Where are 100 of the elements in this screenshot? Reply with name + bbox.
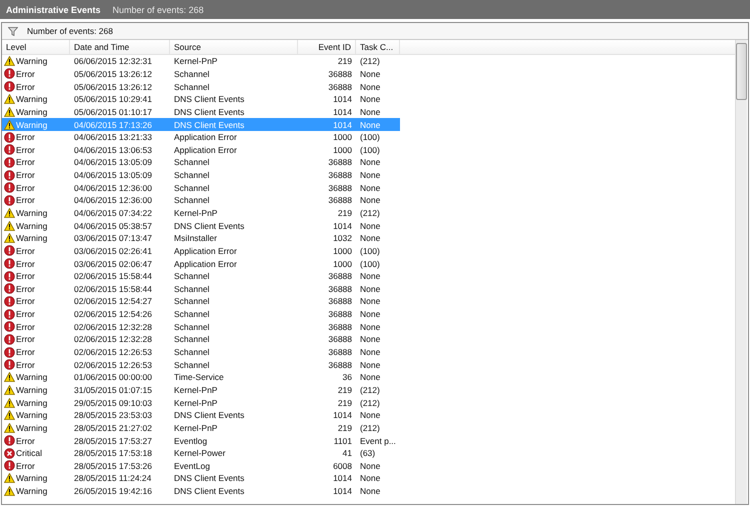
event-row[interactable]: Warning 06/06/2015 12:32:31 Kernel-PnP 219 (212)	[2, 55, 400, 68]
event-row[interactable]: Error 05/06/2015 13:26:12 Schannel 36888 None	[2, 80, 400, 93]
level-text: Warning	[16, 106, 48, 117]
event-row[interactable]: Warning 28/05/2015 23:53:03 DNS Client Events 1014 None	[2, 408, 400, 422]
source-cell-text: Schannel	[173, 157, 210, 168]
source-cell-text: DNS Client Events	[173, 486, 246, 496]
level-text: Error	[16, 360, 35, 370]
level-text: Warning	[16, 422, 48, 433]
event-row[interactable]: Error 04/06/2015 13:05:09 Schannel 36888 None	[2, 168, 400, 182]
task-cell-text: None	[359, 309, 382, 320]
event-row[interactable]: Warning 29/05/2015 09:10:03 Kernel-PnP 219 (212)	[2, 396, 400, 409]
event-id-cell-text: 36888	[327, 170, 353, 180]
column-header[interactable]: Level	[2, 40, 70, 54]
event-row[interactable]: Error 02/06/2015 12:26:53 Schannel 36888 None	[2, 346, 400, 358]
source-cell-text: DNS Client Events	[173, 120, 246, 130]
event-id-cell-text: 36888	[327, 182, 353, 193]
task-cell-text: None	[359, 334, 382, 344]
error-icon	[4, 81, 15, 92]
event-row[interactable]: Warning 01/06/2015 00:00:00 Time-Service 36 None	[2, 371, 400, 384]
level-text: Warning	[16, 120, 48, 130]
task-cell-text: Event p...	[359, 436, 397, 446]
source-cell-text: Application Error	[173, 132, 238, 142]
error-icon	[4, 258, 15, 270]
level-text: Error	[16, 157, 35, 168]
event-row[interactable]: Warning 05/06/2015 10:29:41 DNS Client Events 1014 None	[2, 92, 400, 106]
level-text: Error	[16, 68, 35, 79]
error-icon	[4, 156, 15, 168]
event-id-cell-text: 36888	[327, 284, 353, 294]
column-header[interactable]: Task C...	[356, 40, 400, 54]
task-cell-text: (212)	[359, 422, 381, 433]
event-id-cell-text: 219	[336, 422, 353, 433]
event-row[interactable]: Error 02/06/2015 12:54:27 Schannel 36888 None	[2, 295, 400, 308]
level-text: Error	[16, 258, 35, 269]
event-row[interactable]: Warning 31/05/2015 01:07:15 Kernel-PnP 219 (212)	[2, 384, 400, 396]
event-row[interactable]: Warning 03/06/2015 07:13:47 MsiInstaller 1032 None	[2, 232, 400, 245]
task-cell-text: (63)	[359, 448, 376, 458]
error-icon	[4, 308, 15, 320]
event-row[interactable]: Error 04/06/2015 13:06:53 Application Error 1000 (100)	[2, 143, 400, 156]
event-row[interactable]: Error 02/06/2015 12:26:53 Schannel 36888 None	[2, 358, 400, 372]
event-row[interactable]: Error 04/06/2015 12:36:00 Schannel 36888 None	[2, 194, 400, 207]
task-cell-text: None	[359, 182, 382, 193]
event-row[interactable]: Warning 05/06/2015 01:10:17 DNS Client Events 1014 None	[2, 106, 400, 118]
warning-icon	[4, 94, 15, 104]
task-cell-text: None	[359, 347, 382, 358]
event-row[interactable]: Error 02/06/2015 12:32:28 Schannel 36888 None	[2, 320, 400, 334]
date-cell-text: 04/06/2015 17:13:26	[73, 120, 153, 130]
event-row[interactable]: Critical 28/05/2015 17:53:18 Kernel-Power 41 (63)	[2, 446, 400, 460]
source-cell-text: Application Error	[173, 246, 238, 256]
task-cell-text: (212)	[359, 56, 381, 66]
column-header[interactable]: Date and Time	[70, 40, 170, 54]
event-row[interactable]: Error 04/06/2015 13:21:33 Application Error 1000 (100)	[2, 130, 400, 144]
task-cell-text: None	[359, 120, 382, 130]
event-id-cell-text: 41	[342, 448, 353, 458]
task-cell-text: None	[359, 473, 382, 484]
column-header[interactable]: Event ID	[298, 40, 356, 54]
date-cell-text: 28/05/2015 21:27:02	[73, 422, 153, 433]
task-cell-text: (100)	[359, 258, 381, 269]
event-row[interactable]: Error 04/06/2015 12:36:00 Schannel 36888 None	[2, 181, 400, 194]
source-cell-text: Kernel-PnP	[173, 56, 218, 66]
event-id-cell-text: 1101	[332, 436, 353, 446]
task-cell-text: (100)	[359, 246, 381, 256]
event-id-cell-text: 36888	[327, 334, 353, 344]
scroll-thumb[interactable]	[736, 43, 747, 100]
date-cell-text: 28/05/2015 17:53:26	[73, 460, 153, 471]
event-row[interactable]: Warning 26/05/2015 19:42:16 DNS Client Events 1014 None	[2, 484, 400, 498]
event-id-cell-text: 1014	[332, 94, 353, 104]
event-row[interactable]: Error 03/06/2015 02:06:47 Application Error 1000 (100)	[2, 257, 400, 270]
event-row[interactable]: Error 02/06/2015 12:32:28 Schannel 36888 None	[2, 333, 400, 346]
level-text: Warning	[16, 384, 48, 395]
source-cell-text: Schannel	[173, 284, 210, 294]
date-cell-text: 28/05/2015 23:53:03	[73, 410, 153, 420]
event-row[interactable]: Error 05/06/2015 13:26:12 Schannel 36888 None	[2, 68, 400, 80]
warning-icon	[4, 120, 15, 130]
event-row[interactable]: Error 28/05/2015 17:53:26 EventLog 6008 None	[2, 460, 400, 472]
event-row[interactable]: Warning 04/06/2015 07:34:22 Kernel-PnP 219 (212)	[2, 206, 400, 220]
event-id-cell-text: 219	[336, 56, 353, 66]
date-cell-text: 04/06/2015 13:05:09	[73, 157, 153, 168]
event-id-cell-text: 1000	[332, 258, 353, 269]
column-header[interactable]: Source	[170, 40, 298, 54]
event-row[interactable]: Error 02/06/2015 12:54:26 Schannel 36888 None	[2, 308, 400, 320]
error-icon	[4, 68, 15, 80]
event-row[interactable]: Error 28/05/2015 17:53:27 Eventlog 1101 Event p...	[2, 434, 400, 447]
error-icon	[4, 283, 15, 294]
event-row[interactable]: Error 02/06/2015 15:58:44 Schannel 36888 None	[2, 270, 400, 283]
date-cell-text: 04/06/2015 13:06:53	[73, 144, 153, 155]
task-cell-text: None	[359, 322, 382, 332]
event-row[interactable]: Warning 28/05/2015 11:24:24 DNS Client Events 1014 None	[2, 472, 400, 485]
filter-icon[interactable]	[8, 26, 18, 36]
source-cell-text: Schannel	[173, 347, 210, 358]
date-cell-text: 02/06/2015 12:26:53	[73, 347, 153, 358]
event-row[interactable]: Warning 28/05/2015 21:27:02 Kernel-PnP 219 (212)	[2, 422, 400, 434]
event-row[interactable]: Warning 04/06/2015 05:38:57 DNS Client Events 1014 None	[2, 219, 400, 232]
event-row[interactable]: Error 04/06/2015 13:05:09 Schannel 36888 None	[2, 156, 400, 169]
date-cell-text: 02/06/2015 15:58:44	[73, 271, 153, 282]
event-row[interactable]: Error 02/06/2015 15:58:44 Schannel 36888 None	[2, 282, 400, 296]
date-cell-text: 04/06/2015 05:38:57	[73, 220, 153, 231]
event-row[interactable]: Error 03/06/2015 02:26:41 Application Error 1000 (100)	[2, 244, 400, 258]
level-text: Warning	[16, 486, 48, 496]
scrollbar[interactable]	[735, 40, 747, 504]
event-id-cell-text: 1014	[332, 486, 353, 496]
